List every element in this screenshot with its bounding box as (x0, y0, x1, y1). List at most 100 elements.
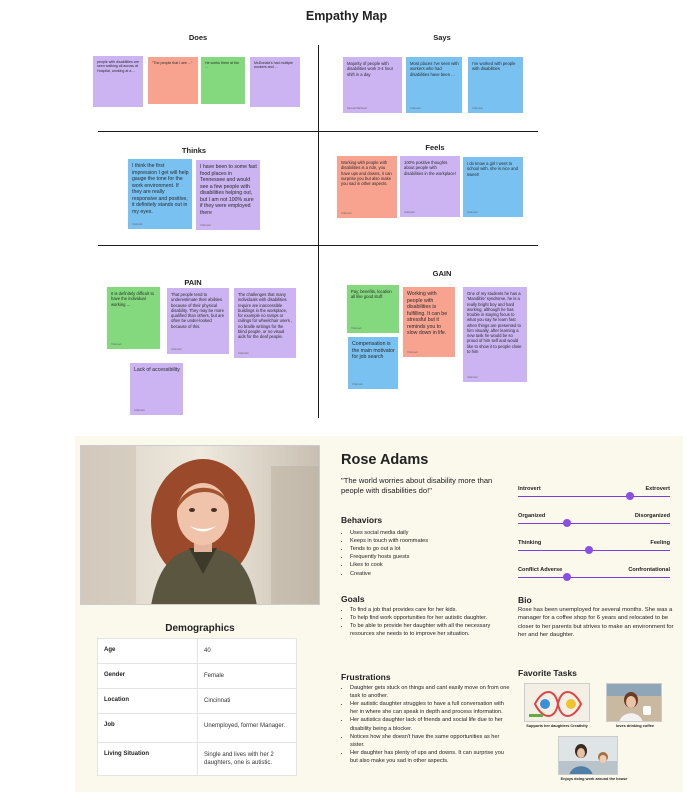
trait-slider[interactable]: Introvert Extrovert (518, 486, 670, 513)
drawing-icon (525, 684, 589, 721)
list-item: To find a job that provides care for her… (350, 606, 501, 614)
list-item: Frequently hosts guests (350, 553, 501, 561)
task-caption: Enjoys doing work around the house (560, 777, 628, 781)
note-text: Pay, benefits, location all like good st… (351, 289, 392, 300)
slider-knob[interactable] (585, 546, 594, 554)
sticky-note[interactable]: Lack of accessibility Unknown (130, 363, 183, 415)
note-text: people with disabilities are seen walkin… (97, 60, 139, 73)
section-gain: GAIN (432, 269, 452, 278)
list-item: Her autistic daughter struggles to have … (350, 700, 511, 716)
sticky-note[interactable]: He works there at the ... (201, 57, 245, 104)
note-author: Samuel Mathews (347, 106, 367, 110)
sticky-note[interactable]: It is definitely difficult to have the i… (107, 287, 160, 349)
note-text: It is definitely difficult to have the i… (111, 291, 154, 307)
persona-quote: "The world worries about disability more… (341, 476, 493, 495)
task-caption: Supports her daughters Creativity (526, 724, 588, 728)
note-text: Majority of people with disabilities wor… (347, 61, 394, 77)
task-image (606, 683, 662, 722)
sticky-note[interactable]: Working with people with disabilities is… (403, 287, 455, 357)
note-text: Compensation is the main motivator for j… (352, 341, 395, 360)
demographics-title: Demographics (165, 623, 235, 634)
demographics-key: Age (98, 639, 198, 664)
demographics-row: Location Cincinnati (98, 688, 296, 714)
favorite-task: Supports her daughters Creativity (519, 683, 595, 728)
note-text: I've worked with people with disabilitie… (472, 61, 516, 72)
slider-track (518, 577, 670, 578)
trait-slider[interactable]: Thinking Feeling (518, 540, 670, 567)
sticky-note[interactable]: "The people that I see ..." (148, 57, 198, 104)
list-item: To help find work opportunities for her … (350, 614, 501, 622)
task-image (558, 736, 618, 775)
sticky-note[interactable]: Majority of people with disabilities wor… (343, 57, 402, 113)
persona-photo (80, 445, 320, 605)
favorite-task: Enjoys doing work around the house (556, 736, 632, 781)
trait-slider[interactable]: Conflict Adverse Confrontational (518, 567, 670, 594)
list-item: Tends to go out a lot (350, 545, 501, 553)
list-item: Likes to cook (350, 561, 501, 569)
sticky-note[interactable]: Pay, benefits, location all like good st… (347, 285, 399, 333)
sticky-note[interactable]: I think the first impression I get will … (128, 159, 192, 229)
note-author: Unknown (472, 106, 483, 110)
list-item: Her autistics daughter lack of friends a… (350, 716, 511, 732)
note-text: Working with people with disabilities is… (407, 291, 448, 336)
note-text: He works there at the ... (205, 61, 240, 70)
goals-title: Goals (341, 594, 365, 604)
note-text: Most places I've seen with workers who h… (410, 61, 459, 77)
note-author: Unknown (171, 347, 182, 351)
sticky-note[interactable]: One of my students he has a 'Mandible' s… (463, 287, 527, 382)
sticky-note[interactable]: Working with people with disabilities is… (337, 156, 397, 218)
sticky-note[interactable]: McDonald's had multiple workers and ... (250, 57, 300, 107)
note-text: I have been to some fast food places in … (200, 164, 257, 216)
coffee-icon (607, 684, 661, 721)
behaviors-title: Behaviors (341, 515, 383, 525)
demographics-row: Age 40 (98, 639, 296, 664)
house-work-icon (559, 737, 617, 774)
trait-slider[interactable]: Organized Disorganized (518, 513, 670, 540)
sticky-note[interactable]: 100% positive thoughts about people with… (400, 156, 460, 217)
behaviors-list: Uses social media daily Keeps in touch w… (341, 529, 501, 578)
note-text: 100% positive thoughts about people with… (404, 160, 456, 176)
note-author: Unknown (410, 106, 421, 110)
slider-knob[interactable] (562, 573, 571, 581)
trait-right-label: Confrontational (628, 567, 670, 573)
note-author: Unknown (238, 351, 249, 355)
sticky-note[interactable]: That people tend to underestimate their … (167, 288, 229, 354)
sticky-note[interactable]: The challenges that many individuals wit… (234, 288, 296, 358)
note-author: Unknown (134, 408, 145, 412)
note-author: Unknown (132, 222, 143, 226)
sticky-note[interactable]: I do know a girl I went to school with, … (463, 157, 523, 217)
bio-title: Bio (518, 595, 532, 605)
trait-left-label: Conflict Adverse (518, 567, 563, 573)
persona-name: Rose Adams (341, 452, 429, 468)
sticky-note[interactable]: I have been to some fast food places in … (196, 160, 260, 230)
demographics-row: Living Situation Single and lives with h… (98, 742, 296, 776)
list-item: Keeps in touch with roommates (350, 537, 501, 545)
favorite-tasks-title: Favorite Tasks (518, 668, 577, 678)
demographics-value: Unemployed, former Manager. (204, 723, 286, 730)
goals-list: To find a job that provides care for her… (341, 606, 501, 638)
section-says: Says (433, 33, 451, 42)
trait-left-label: Thinking (518, 540, 542, 546)
task-caption: loves drinking coffee (616, 724, 654, 728)
section-feels: Feels (425, 143, 445, 152)
task-image (524, 683, 590, 722)
sticky-note[interactable]: Most places I've seen with workers who h… (406, 57, 462, 113)
section-pain: PAIN (184, 278, 202, 287)
sticky-note[interactable]: I've worked with people with disabilitie… (468, 57, 523, 113)
demographics-key: Location (98, 689, 198, 714)
note-text: Lack of accessibility (134, 367, 180, 373)
personality-sliders: Introvert Extrovert Organized Disorganiz… (518, 486, 670, 594)
empathy-map-title: Empathy Map (305, 9, 388, 23)
note-author: Unknown (467, 375, 478, 379)
note-text: I do know a girl I went to school with, … (467, 161, 518, 177)
note-text: The challenges that many individuals wit… (238, 292, 293, 339)
slider-track (518, 550, 670, 551)
slider-knob[interactable] (562, 519, 571, 527)
slider-knob[interactable] (626, 492, 635, 500)
sticky-note[interactable]: Compensation is the main motivator for j… (348, 337, 398, 389)
note-author: Unknown (467, 210, 478, 214)
sticky-note[interactable]: people with disabilities are seen walkin… (93, 56, 143, 107)
demographics-key: Job (98, 714, 198, 743)
note-author: Unknown (404, 210, 415, 214)
list-item: Creative (350, 570, 501, 578)
